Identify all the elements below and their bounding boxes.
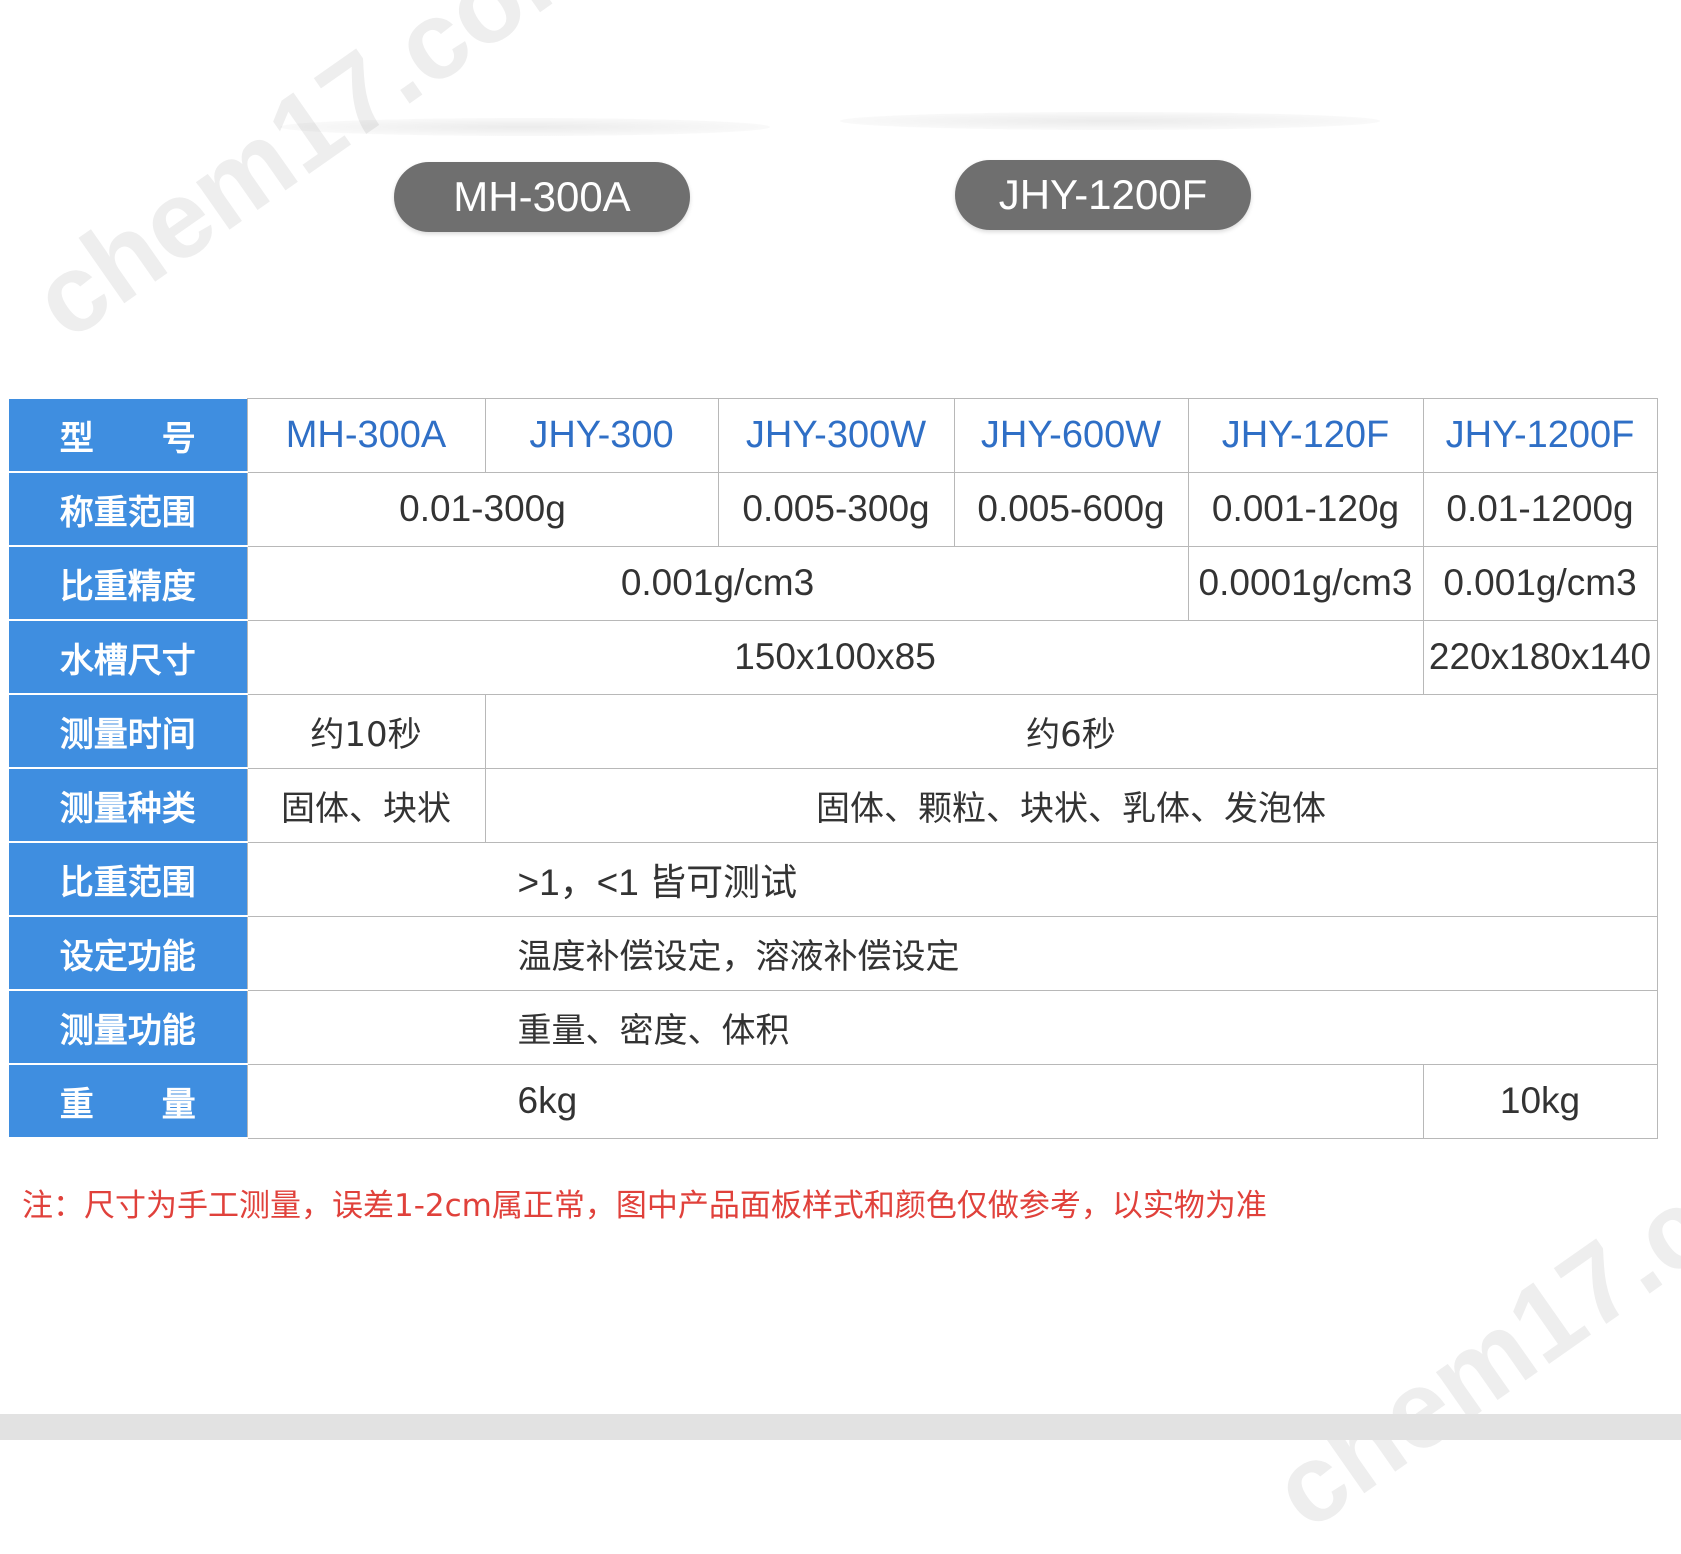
bottom-strip bbox=[0, 1414, 1681, 1440]
table-row: 测量功能 重量、密度、体积 bbox=[9, 989, 1658, 1065]
spec-cell: 6kg bbox=[246, 1063, 1424, 1139]
model-cell: JHY-300 bbox=[484, 398, 719, 473]
spec-cell: 约6秒 bbox=[484, 693, 1658, 769]
spec-cell: 约10秒 bbox=[246, 693, 486, 769]
spec-table: 型 号 MH-300A JHY-300 JHY-300W JHY-600W JHY-120… bbox=[9, 398, 1658, 1139]
spec-cell: 0.01-300g bbox=[246, 471, 719, 547]
spec-cell: 固体、颗粒、块状、乳体、发泡体 bbox=[484, 767, 1658, 843]
model-cell: JHY-600W bbox=[953, 398, 1189, 473]
table-row: 比重范围 >1，<1 皆可测试 bbox=[9, 841, 1658, 917]
row-header: 比重范围 bbox=[9, 841, 248, 917]
product-shadow bbox=[280, 118, 770, 136]
spec-cell: 220x180x140 bbox=[1422, 619, 1658, 695]
spec-cell: 0.01-1200g bbox=[1422, 471, 1658, 547]
spec-cell: 重量、密度、体积 bbox=[246, 989, 1658, 1065]
row-header: 水槽尺寸 bbox=[9, 619, 248, 695]
table-row: 水槽尺寸 150x100x85 220x180x140 bbox=[9, 619, 1658, 695]
spec-cell: 0.005-600g bbox=[953, 471, 1189, 547]
table-row: 型 号 MH-300A JHY-300 JHY-300W JHY-600W JHY-120… bbox=[9, 398, 1658, 473]
table-row: 重 量 6kg 10kg bbox=[9, 1063, 1658, 1139]
spec-cell: 固体、块状 bbox=[246, 767, 486, 843]
row-header: 比重精度 bbox=[9, 545, 248, 621]
spec-cell: 0.001g/cm3 bbox=[1422, 545, 1658, 621]
product-shadow bbox=[840, 112, 1380, 130]
spec-cell: 10kg bbox=[1422, 1063, 1658, 1139]
table-row: 测量种类 固体、块状 固体、颗粒、块状、乳体、发泡体 bbox=[9, 767, 1658, 843]
spec-cell: 0.001g/cm3 bbox=[246, 545, 1189, 621]
row-header: 设定功能 bbox=[9, 915, 248, 991]
table-row: 测量时间 约10秒 约6秒 bbox=[9, 693, 1658, 769]
product-label-jhy-1200f: JHY-1200F bbox=[955, 160, 1251, 230]
watermark: chem17.com bbox=[1251, 1069, 1681, 1553]
model-cell: MH-300A bbox=[246, 398, 486, 473]
row-header: 测量种类 bbox=[9, 767, 248, 843]
row-header: 测量时间 bbox=[9, 693, 248, 769]
model-cell: JHY-300W bbox=[717, 398, 955, 473]
model-cell: JHY-120F bbox=[1187, 398, 1424, 473]
spec-cell: 0.0001g/cm3 bbox=[1187, 545, 1424, 621]
spec-cell: 150x100x85 bbox=[246, 619, 1424, 695]
disclaimer-note: 注：尺寸为手工测量，误差1-2cm属正常，图中产品面板样式和颜色仅做参考，以实物… bbox=[22, 1188, 1267, 1224]
spec-cell: >1，<1 皆可测试 bbox=[246, 841, 1658, 917]
spec-cell: 0.001-120g bbox=[1187, 471, 1424, 547]
row-header: 重 量 bbox=[9, 1063, 248, 1139]
row-header: 测量功能 bbox=[9, 989, 248, 1065]
table-row: 比重精度 0.001g/cm3 0.0001g/cm3 0.001g/cm3 bbox=[9, 545, 1658, 621]
row-header: 型 号 bbox=[9, 398, 248, 473]
spec-cell: 0.005-300g bbox=[717, 471, 955, 547]
model-cell: JHY-1200F bbox=[1422, 398, 1658, 473]
table-row: 称重范围 0.01-300g 0.005-300g 0.005-600g 0.001-1… bbox=[9, 471, 1658, 547]
product-label-mh-300a: MH-300A bbox=[394, 162, 690, 232]
spec-cell: 温度补偿设定，溶液补偿设定 bbox=[246, 915, 1658, 991]
row-header: 称重范围 bbox=[9, 471, 248, 547]
table-row: 设定功能 温度补偿设定，溶液补偿设定 bbox=[9, 915, 1658, 991]
